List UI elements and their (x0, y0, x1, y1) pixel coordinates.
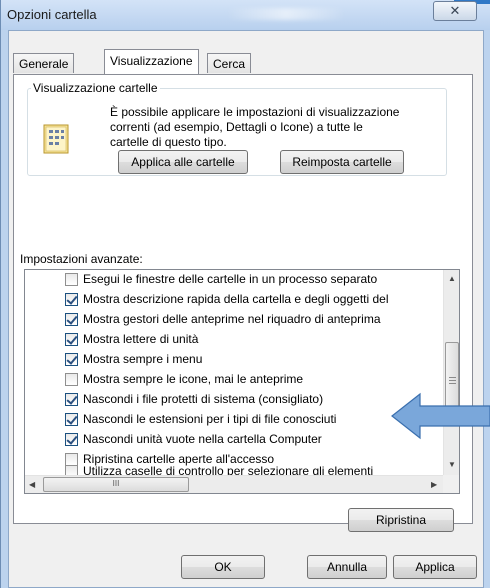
advanced-settings-list[interactable]: Esegui le finestre delle cartelle in un … (24, 269, 460, 494)
close-icon: ✕ (449, 3, 461, 18)
list-item[interactable]: Mostra sempre i menu (25, 350, 445, 370)
dialog-body: Generale Visualizzazione Cerca Visualizz… (8, 30, 484, 588)
list-item[interactable]: Nascondi i file protetti di sistema (con… (25, 390, 445, 410)
checkbox[interactable] (65, 273, 78, 286)
window-title: Opzioni cartella (7, 7, 97, 22)
vertical-scrollbar[interactable]: ▲ ▼ (443, 270, 459, 475)
list-item[interactable]: Mostra lettere di unità (25, 330, 445, 350)
scroll-right-icon[interactable]: ▶ (431, 480, 437, 489)
checkbox[interactable] (65, 433, 78, 446)
checkbox[interactable] (65, 393, 78, 406)
folder-view-icon (43, 124, 69, 154)
annotation-arrow-icon (391, 392, 490, 440)
scrollbar-corner (443, 475, 459, 493)
checkbox[interactable] (65, 453, 78, 466)
scroll-left-icon[interactable]: ◀ (29, 480, 35, 489)
folder-view-legend: Visualizzazione cartelle (33, 81, 158, 95)
apply-button[interactable]: Applica (393, 555, 477, 579)
tab-cerca[interactable]: Cerca (207, 53, 252, 73)
tab-visualizzazione[interactable]: Visualizzazione (104, 49, 199, 74)
list-item[interactable]: Nascondi le estensioni per i tipi di fil… (25, 410, 445, 430)
list-item[interactable]: Esegui le finestre delle cartelle in un … (25, 270, 445, 290)
checkbox[interactable] (65, 293, 78, 306)
checkbox[interactable] (65, 353, 78, 366)
checkbox[interactable] (65, 413, 78, 426)
ok-button[interactable]: OK (181, 555, 265, 579)
grip-line (449, 380, 456, 381)
apply-to-folders-button[interactable]: Applica alle cartelle (118, 150, 248, 174)
list-item[interactable]: Mostra descrizione rapida della cartella… (25, 290, 445, 310)
cancel-button[interactable]: Annulla (307, 555, 387, 579)
blurred-background-title (226, 8, 346, 20)
scroll-up-icon[interactable]: ▲ (448, 274, 456, 283)
close-button[interactable]: ✕ (433, 1, 477, 21)
scroll-down-icon[interactable]: ▼ (448, 460, 456, 469)
folder-view-description: È possibile applicare le impostazioni di… (110, 105, 400, 149)
horizontal-scroll-thumb[interactable]: III (43, 477, 189, 492)
checkbox[interactable] (65, 313, 78, 326)
title-bar[interactable]: Opzioni cartella ✕ (1, 0, 490, 30)
checkbox[interactable] (65, 373, 78, 386)
list-item[interactable]: Nascondi unità vuote nella cartella Comp… (25, 430, 445, 450)
checkbox[interactable] (65, 333, 78, 346)
horizontal-scrollbar[interactable]: ◀ III ▶ (25, 475, 443, 493)
tab-generale[interactable]: Generale (13, 53, 75, 73)
list-item[interactable]: Mostra sempre le icone, mai le anteprime (25, 370, 445, 390)
tab-panel-visualizzazione: Visualizzazione cartelle È possibile app… (13, 74, 473, 532)
grip-line (449, 377, 456, 378)
advanced-settings-label: Impostazioni avanzate: (20, 252, 143, 266)
grip-line (449, 383, 456, 384)
list-item[interactable]: Mostra gestori delle anteprime nel riqua… (25, 310, 445, 330)
folder-options-window: Opzioni cartella ✕ Generale Visualizzazi… (0, 0, 490, 588)
folder-view-group: Visualizzazione cartelle È possibile app… (27, 81, 447, 176)
reset-folders-button[interactable]: Reimposta cartelle (280, 150, 404, 174)
restore-defaults-button[interactable]: Ripristina (348, 508, 454, 532)
